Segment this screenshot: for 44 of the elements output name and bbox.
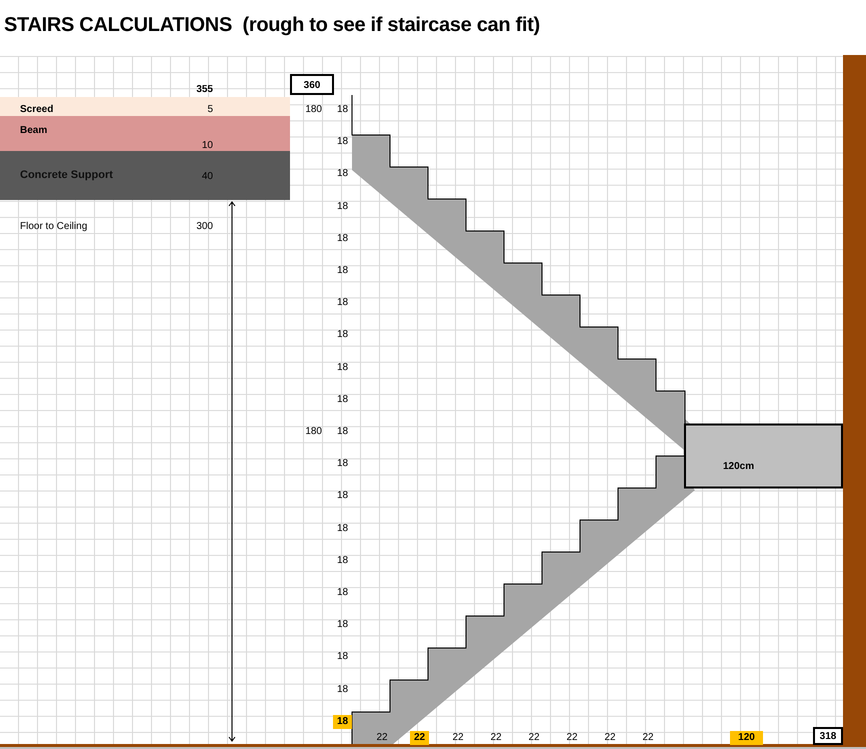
riser-value: 18 xyxy=(336,522,350,536)
tread-value: 22 xyxy=(527,731,541,745)
layer-value: 5 xyxy=(206,103,213,116)
layer-label: Beam xyxy=(20,124,48,137)
sheet-title: STAIRS CALCULATIONS (rough to see if staircase can fit) xyxy=(4,14,540,37)
total-value[interactable]: 360 xyxy=(290,74,334,95)
riser-value: 18 xyxy=(336,296,350,310)
riser-value: 18 xyxy=(336,328,350,342)
riser-value: 18 xyxy=(336,135,350,150)
layer-label: Concrete Support xyxy=(20,169,113,182)
riser-value: 18 xyxy=(336,586,350,600)
row-value: 300 xyxy=(195,220,213,233)
tread-value: 22 xyxy=(489,731,503,745)
riser-value: 18 xyxy=(336,554,350,568)
tread-value: 22 xyxy=(451,731,465,745)
riser-value: 18 xyxy=(336,650,350,664)
total-length-value[interactable]: 318 xyxy=(813,727,843,745)
riser-value: 18 xyxy=(336,200,350,214)
riser-value: 18 xyxy=(336,392,350,407)
riser-value: 18 xyxy=(336,618,350,632)
tread-value: 22 xyxy=(375,731,389,745)
riser-value: 18 xyxy=(336,360,350,375)
riser-value: 18 xyxy=(336,167,350,182)
tread-value: 22 xyxy=(565,731,579,745)
tread-value: 22 xyxy=(603,731,617,745)
riser-value: 18 xyxy=(336,682,350,697)
riser-value: 18 xyxy=(336,425,350,439)
half-height-value: 180 xyxy=(304,103,322,116)
riser-value: 18 xyxy=(336,264,350,278)
row-label: Floor to Ceiling xyxy=(20,220,88,233)
tread-value: 22 xyxy=(410,731,429,745)
tread-value: 22 xyxy=(641,731,655,745)
landing-depth-value: 120 xyxy=(730,731,763,745)
riser-value: 18 xyxy=(336,457,350,472)
riser-value: 18 xyxy=(336,232,350,246)
total-value: 355 xyxy=(195,83,213,96)
layer-value: 40 xyxy=(200,170,213,183)
half-height-value: 180 xyxy=(304,425,322,438)
landing-label: 120cm xyxy=(723,460,754,473)
riser-value: 18 xyxy=(333,714,352,729)
riser-value: 18 xyxy=(336,103,350,117)
riser-value: 18 xyxy=(336,489,350,504)
layer-label: Screed xyxy=(20,103,54,116)
layer-value: 10 xyxy=(200,139,213,152)
